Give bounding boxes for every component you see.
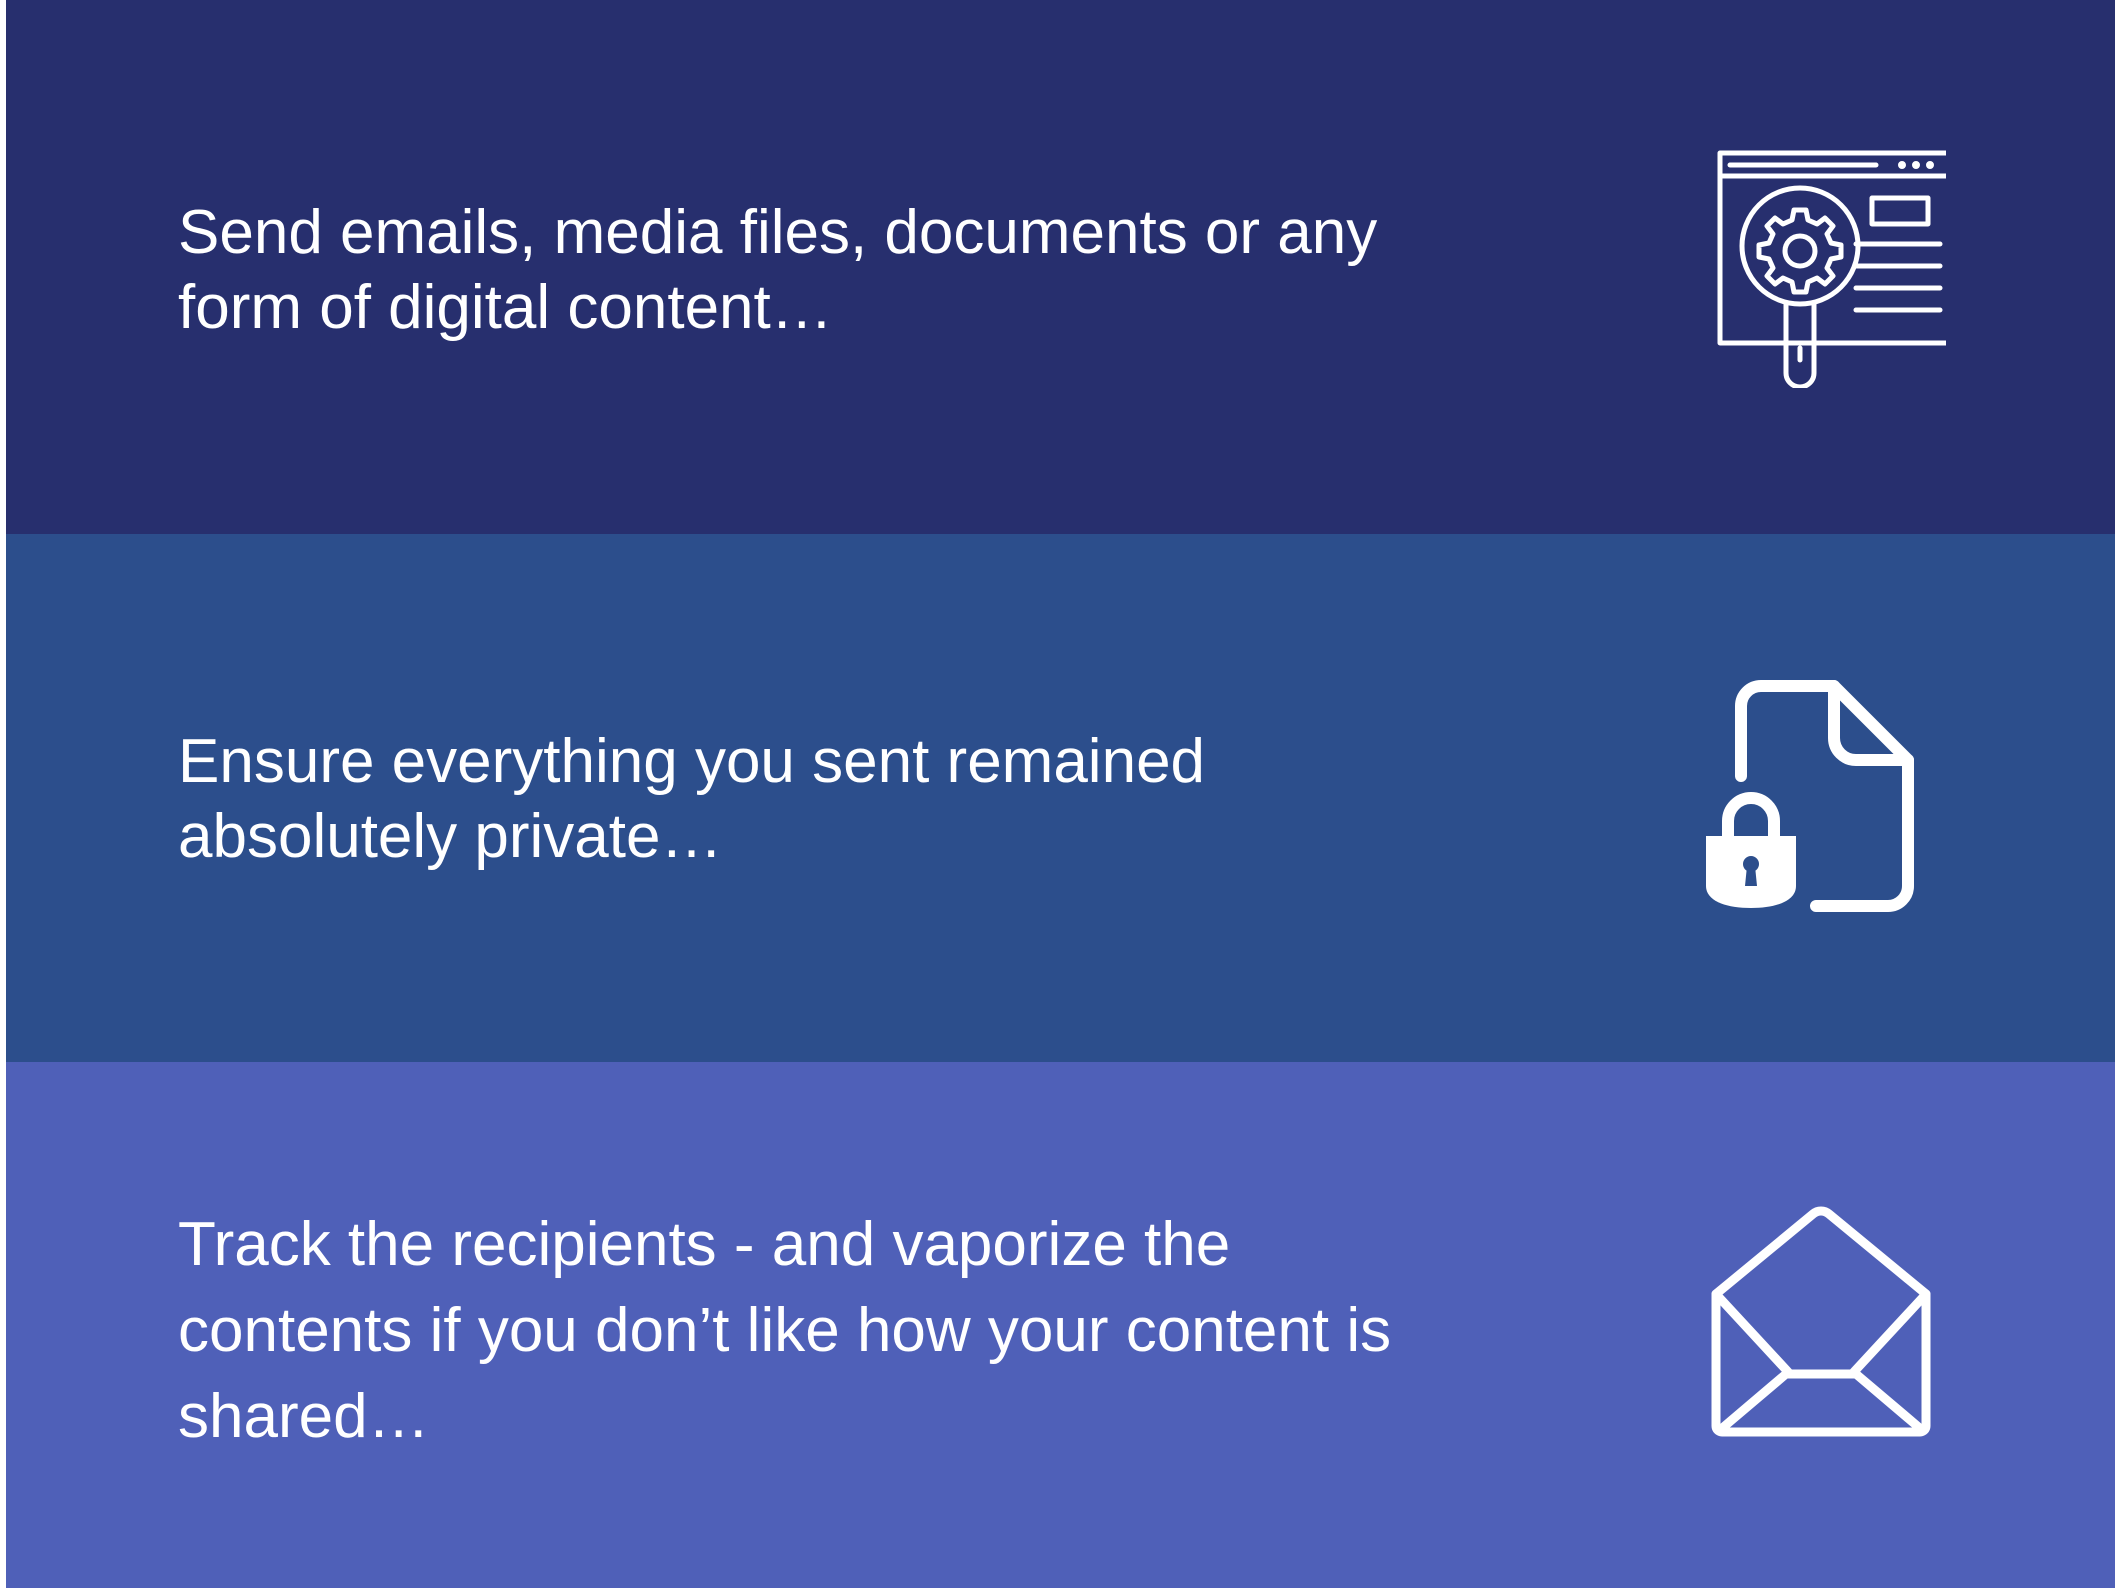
feature-band-track: Track the recipients - and vaporize the … xyxy=(6,1062,2115,1588)
feature-band-send: Send emails, media files, documents or a… xyxy=(6,0,2115,534)
locked-document-icon xyxy=(1706,676,1946,916)
feature-text-privacy: Ensure everything you sent remained abso… xyxy=(178,727,1206,871)
feature-text-track: Track the recipients - and vaporize the … xyxy=(178,1210,1392,1451)
browser-settings-search-icon xyxy=(1706,148,1946,388)
feature-text-send: Send emails, media files, documents or a… xyxy=(178,198,1378,342)
feature-infographic: Send emails, media files, documents or a… xyxy=(0,0,2115,1588)
open-envelope-icon xyxy=(1706,1202,1946,1442)
feature-band-privacy: Ensure everything you sent remained abso… xyxy=(6,534,2115,1062)
